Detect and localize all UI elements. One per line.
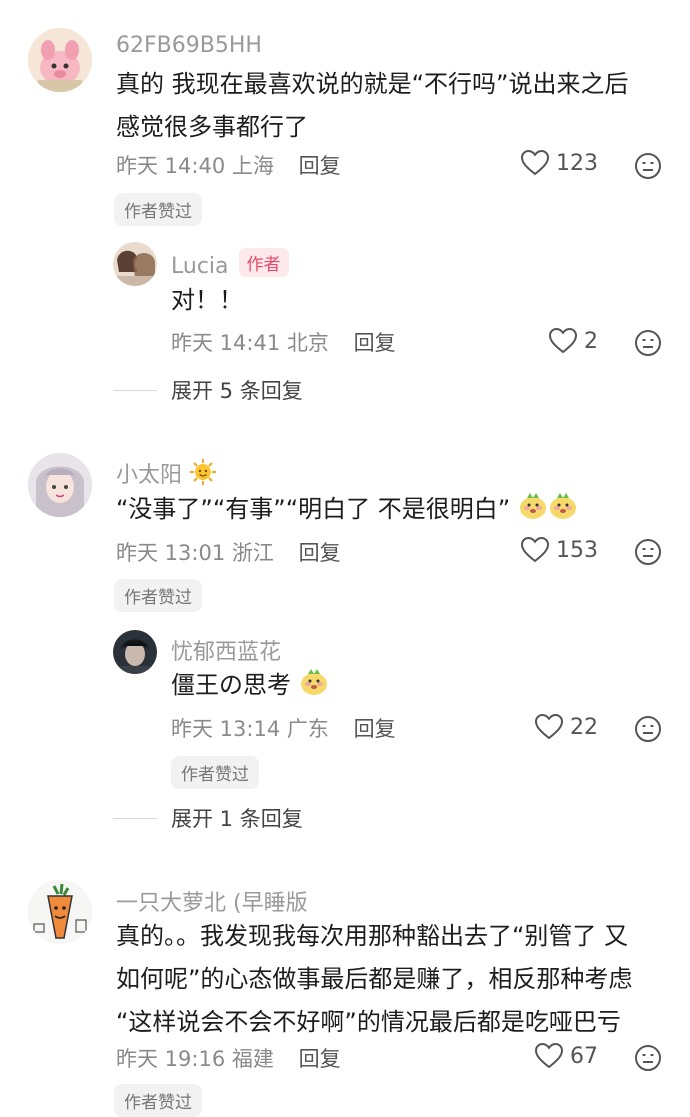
dislike-icon[interactable] <box>634 715 662 743</box>
comment-text: 真的 我现在最喜欢说的就是“不行吗”说出来之后 感觉很多事都行了 <box>116 63 629 149</box>
dislike-icon[interactable] <box>634 1044 662 1072</box>
heart-icon <box>548 327 578 354</box>
author-liked-badge: 作者赞过 <box>114 193 202 226</box>
reply-text: 对！！ <box>171 286 243 314</box>
location: 浙江 <box>231 541 274 565</box>
comment-text-line: “没事了”“有事”“明白了 不是很明白” <box>116 495 511 523</box>
heart-icon <box>534 1042 564 1069</box>
comment-text: “没事了”“有事”“明白了 不是很明白” <box>116 488 578 531</box>
location: 福建 <box>231 1047 274 1071</box>
author-liked-badge: 作者赞过 <box>114 579 202 612</box>
dislike-icon[interactable] <box>634 152 662 180</box>
reply-meta: 昨天 14:41 北京 回复 <box>171 327 396 357</box>
heart-icon <box>520 149 550 176</box>
like-count: 2 <box>584 328 598 354</box>
timestamp: 昨天 14:40 <box>116 154 226 178</box>
dislike-icon[interactable] <box>634 538 662 566</box>
sun-emoji-icon <box>190 459 217 485</box>
like-count: 123 <box>556 150 598 176</box>
timestamp: 昨天 14:41 <box>171 331 281 355</box>
username[interactable]: 小太阳 <box>116 457 217 489</box>
author-tag: 作者 <box>238 248 289 277</box>
comment-text-line: 如何呢”的心态做事最后都是赚了，相反那种考虑 <box>116 965 633 993</box>
expand-label: 展开 5 条回复 <box>171 379 303 403</box>
reply-button[interactable]: 回复 <box>299 154 341 178</box>
reply-button[interactable]: 回复 <box>299 1047 341 1071</box>
timestamp: 昨天 13:14 <box>171 717 281 741</box>
comment-text-line: 真的 我现在最喜欢说的就是“不行吗”说出来之后 <box>116 70 629 98</box>
reply-button[interactable]: 回复 <box>354 717 396 741</box>
comment-meta: 昨天 19:16 福建 回复 <box>116 1043 341 1073</box>
like-button[interactable]: 67 <box>534 1042 598 1070</box>
reply-text-line: 僵王の思考 <box>171 671 291 699</box>
username[interactable]: Lucia 作者 <box>171 248 289 279</box>
timestamp: 昨天 19:16 <box>116 1047 226 1071</box>
avatar[interactable] <box>28 453 92 517</box>
reply-button[interactable]: 回复 <box>354 331 396 355</box>
dog-emoji-icon <box>549 493 576 519</box>
avatar[interactable] <box>113 630 157 674</box>
divider-line <box>113 817 157 819</box>
timestamp: 昨天 13:01 <box>116 541 226 565</box>
like-count: 153 <box>556 537 598 563</box>
expand-replies-button[interactable]: 展开 1 条回复 <box>113 803 303 833</box>
heart-icon <box>520 536 550 563</box>
comment-meta: 昨天 14:40 上海 回复 <box>116 150 341 180</box>
divider-line <box>113 389 157 391</box>
location: 北京 <box>286 331 329 355</box>
like-button[interactable]: 153 <box>520 536 598 564</box>
author-liked-badge: 作者赞过 <box>171 756 259 789</box>
like-count: 22 <box>570 714 598 740</box>
like-count: 67 <box>570 1043 598 1069</box>
like-button[interactable]: 22 <box>534 713 598 741</box>
reply-meta: 昨天 13:14 广东 回复 <box>171 713 396 743</box>
username-text: Lucia <box>171 254 229 279</box>
location: 广东 <box>286 717 329 741</box>
comment-meta: 昨天 13:01 浙江 回复 <box>116 537 341 567</box>
like-button[interactable]: 123 <box>520 149 598 177</box>
location: 上海 <box>231 154 274 178</box>
reply-button[interactable]: 回复 <box>299 541 341 565</box>
comment-text: 真的。。我发现我每次用那种豁出去了“别管了 又 如何呢”的心态做事最后都是赚了，… <box>116 915 632 1044</box>
comment-text-line: 感觉很多事都行了 <box>116 113 308 141</box>
avatar[interactable] <box>28 880 92 944</box>
comment-item: 62FB69B5HH 真的 我现在最喜欢说的就是“不行吗”说出来之后 感觉很多事… <box>0 0 690 410</box>
avatar[interactable] <box>113 242 157 286</box>
username[interactable]: 忧郁西蓝花 <box>171 634 281 666</box>
comment-text-line: 真的。。我发现我每次用那种豁出去了“别管了 又 <box>116 922 629 950</box>
username[interactable]: 一只大萝北 (早睡版 <box>116 885 308 917</box>
expand-replies-button[interactable]: 展开 5 条回复 <box>113 375 303 405</box>
dislike-icon[interactable] <box>634 329 662 357</box>
heart-icon <box>534 713 564 740</box>
dog-emoji-icon <box>300 669 327 695</box>
dog-emoji-icon <box>519 493 546 519</box>
expand-label: 展开 1 条回复 <box>171 807 303 831</box>
username[interactable]: 62FB69B5HH <box>116 33 262 58</box>
like-button[interactable]: 2 <box>548 327 598 355</box>
comment-text-line: “这样说会不会不好啊”的情况最后都是吃哑巴亏 <box>116 1008 621 1036</box>
username-text: 小太阳 <box>116 463 183 488</box>
avatar[interactable] <box>28 28 92 92</box>
reply-text: 僵王の思考 <box>171 664 329 707</box>
author-liked-badge: 作者赞过 <box>114 1084 202 1117</box>
